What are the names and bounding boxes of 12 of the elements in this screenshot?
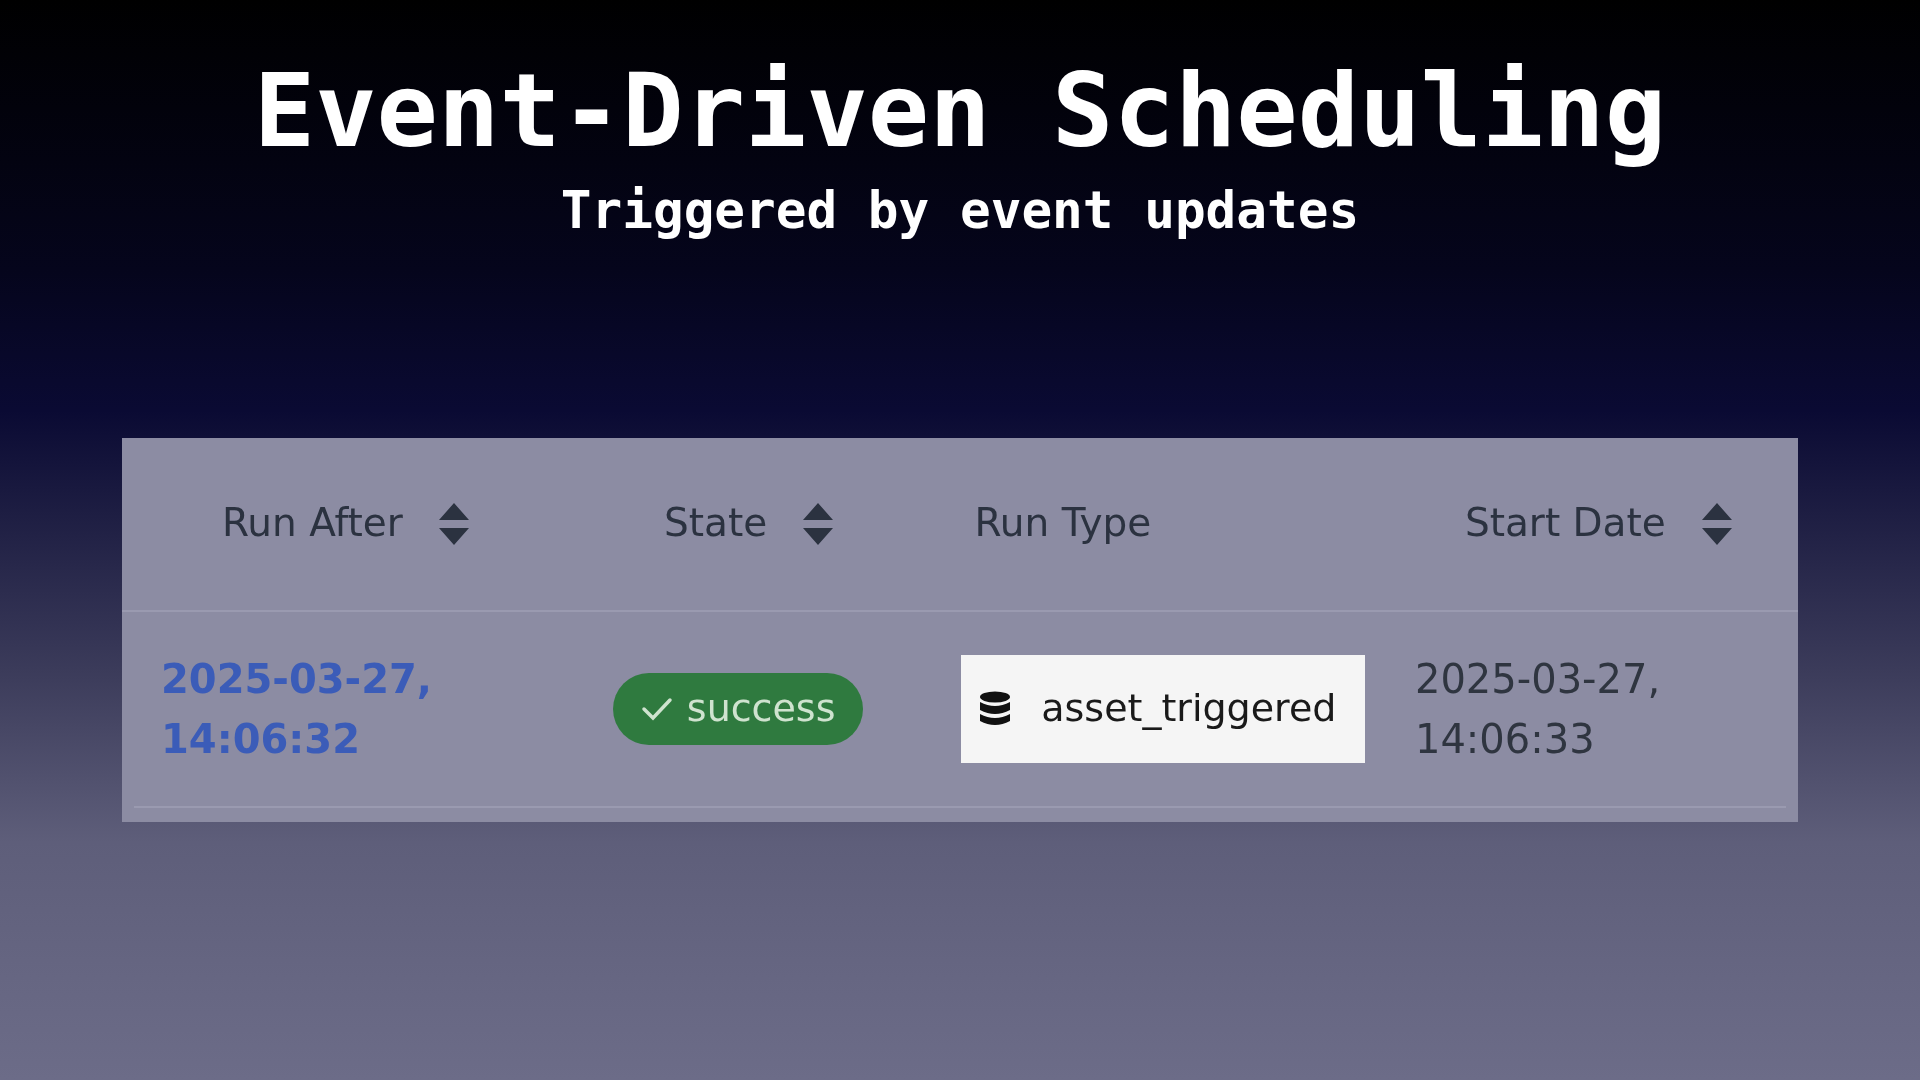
column-header: Start Date [1464, 499, 1666, 548]
run-type-tag: asset_triggered [961, 654, 1366, 763]
column-header: State [663, 499, 768, 548]
slide-title: Event-Driven Scheduling [253, 50, 1667, 172]
slide-subtitle: Triggered by event updates [560, 180, 1360, 242]
check-icon [640, 695, 673, 722]
run-after-link[interactable]: 2025-03-27, 14:06:32 [161, 648, 451, 769]
database-icon [979, 690, 1012, 727]
start-date-text: 2025-03-27, 14:06:33 [1414, 654, 1662, 764]
column-header: Run After [222, 499, 403, 548]
column-header: Run Type [974, 499, 1152, 548]
state-badge: success [612, 672, 864, 745]
